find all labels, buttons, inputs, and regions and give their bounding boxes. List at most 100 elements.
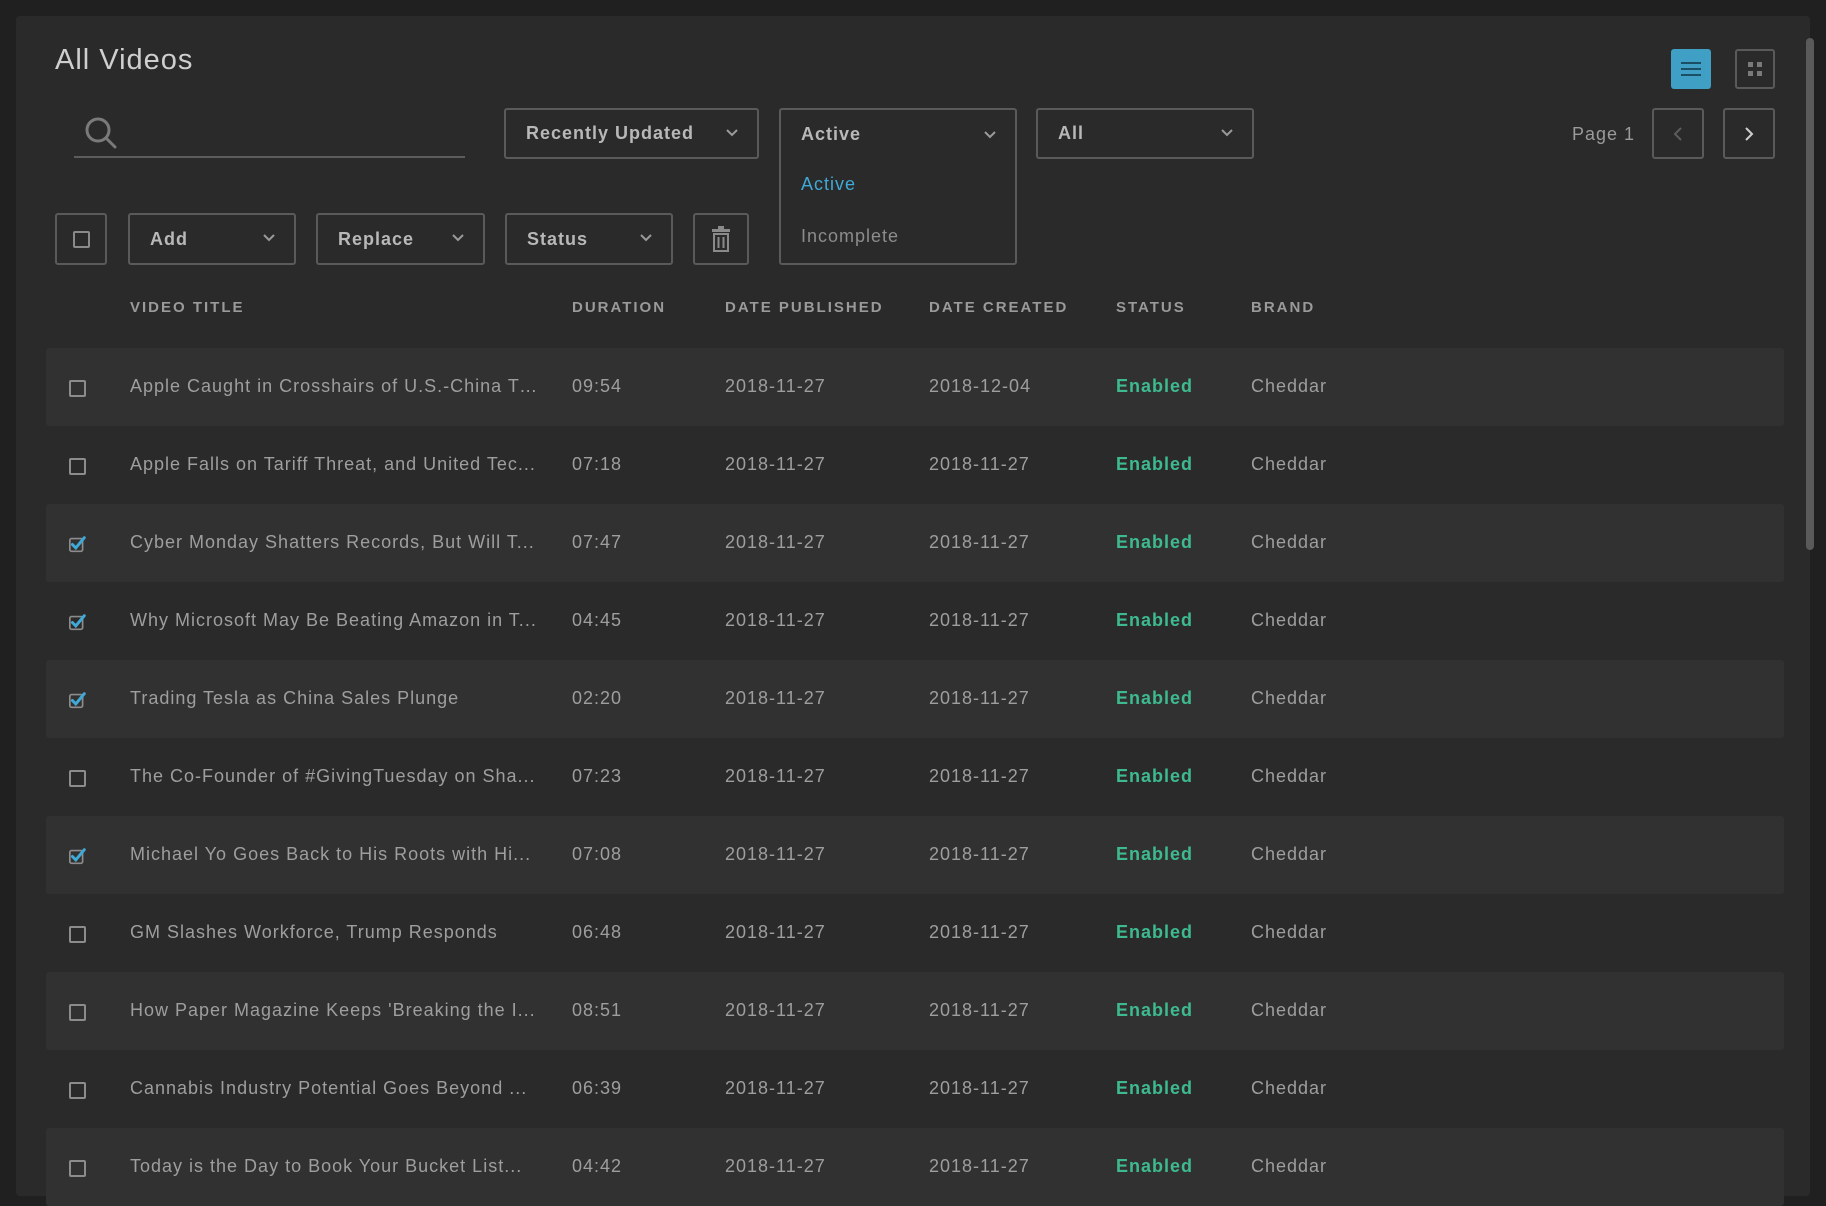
row-checkbox[interactable] (69, 926, 86, 943)
video-title[interactable]: GM Slashes Workforce, Trump Responds (130, 922, 540, 943)
date-published: 2018-11-27 (725, 1000, 826, 1020)
table-row[interactable]: Today is the Day to Book Your Bucket Lis… (46, 1128, 1784, 1206)
status-option-incomplete[interactable]: Incomplete (801, 226, 899, 247)
checkbox-checked-icon[interactable] (69, 536, 86, 553)
video-duration: 07:18 (572, 454, 623, 474)
row-checkbox[interactable] (69, 1160, 86, 1177)
video-duration: 06:48 (572, 922, 623, 942)
replace-dropdown[interactable]: Replace (316, 213, 485, 265)
date-created: 2018-11-27 (929, 1000, 1030, 1020)
status-badge: Enabled (1116, 1156, 1194, 1176)
status-option-active[interactable]: Active (801, 174, 856, 195)
row-checkbox[interactable] (69, 380, 86, 397)
chevron-down-icon (984, 131, 996, 139)
search-icon (85, 117, 117, 149)
brand-name: Cheddar (1251, 532, 1328, 552)
status-bulk-dropdown[interactable]: Status (505, 213, 673, 265)
brand-name: Cheddar (1251, 1078, 1328, 1098)
status-badge: Enabled (1116, 688, 1194, 708)
video-title[interactable]: Cannabis Industry Potential Goes Beyond … (130, 1078, 540, 1099)
select-all-checkbox[interactable] (55, 213, 107, 265)
video-duration: 04:42 (572, 1156, 623, 1176)
video-title[interactable]: The Co-Founder of #GivingTuesday on Sha.… (130, 766, 540, 787)
video-title[interactable]: Why Microsoft May Be Beating Amazon in T… (130, 610, 540, 631)
column-header-brand[interactable]: BRAND (1251, 299, 1315, 316)
table-row[interactable]: Trading Tesla as China Sales Plunge 02:2… (46, 660, 1784, 738)
brand-dropdown-label: All (1058, 123, 1085, 143)
video-title[interactable]: Trading Tesla as China Sales Plunge (130, 688, 540, 709)
row-checkbox[interactable] (69, 458, 86, 475)
video-title[interactable]: Apple Caught in Crosshairs of U.S.-China… (130, 376, 540, 397)
row-checkbox[interactable] (69, 1004, 86, 1021)
checkbox-checked-icon[interactable] (69, 614, 86, 631)
checkbox-checked-icon[interactable] (69, 692, 86, 709)
search-box (74, 108, 465, 158)
table-row[interactable]: Cyber Monday Shatters Records, But Will … (46, 504, 1784, 582)
video-duration: 04:45 (572, 610, 623, 630)
video-title[interactable]: Apple Falls on Tariff Threat, and United… (130, 454, 540, 475)
brand-dropdown[interactable]: All (1036, 108, 1254, 159)
list-view-button[interactable] (1671, 49, 1711, 89)
date-published: 2018-11-27 (725, 532, 826, 552)
table-row[interactable]: The Co-Founder of #GivingTuesday on Sha.… (46, 738, 1784, 816)
video-duration: 08:51 (572, 1000, 623, 1020)
date-published: 2018-11-27 (725, 1078, 826, 1098)
search-input[interactable] (130, 116, 450, 150)
grid-view-button[interactable] (1735, 49, 1775, 89)
brand-name: Cheddar (1251, 1156, 1328, 1176)
prev-page-button[interactable] (1652, 108, 1704, 159)
status-badge: Enabled (1116, 376, 1194, 396)
column-header-video-title[interactable]: VIDEO TITLE (130, 299, 245, 316)
brand-name: Cheddar (1251, 766, 1328, 786)
status-badge: Enabled (1116, 1078, 1194, 1098)
list-view-icon (1681, 62, 1701, 76)
brand-name: Cheddar (1251, 454, 1328, 474)
brand-name: Cheddar (1251, 610, 1328, 630)
checkbox-icon (72, 230, 90, 248)
brand-name: Cheddar (1251, 844, 1328, 864)
video-title[interactable]: Michael Yo Goes Back to His Roots with H… (130, 844, 540, 865)
date-created: 2018-11-27 (929, 454, 1030, 474)
grid-view-icon (1748, 62, 1762, 76)
column-header-status[interactable]: STATUS (1116, 299, 1186, 316)
video-title[interactable]: How Paper Magazine Keeps 'Breaking the I… (130, 1000, 540, 1021)
date-created: 2018-11-27 (929, 922, 1030, 942)
brand-name: Cheddar (1251, 376, 1328, 396)
date-created: 2018-11-27 (929, 1078, 1030, 1098)
date-published: 2018-11-27 (725, 610, 826, 630)
date-published: 2018-11-27 (725, 376, 826, 396)
row-checkbox[interactable] (69, 770, 86, 787)
column-header-date-published[interactable]: DATE PUBLISHED (725, 299, 884, 316)
column-header-duration[interactable]: DURATION (572, 299, 666, 316)
date-created: 2018-11-27 (929, 532, 1030, 552)
row-checkbox[interactable] (69, 1082, 86, 1099)
checkbox-checked-icon[interactable] (69, 848, 86, 865)
table-row[interactable]: Apple Falls on Tariff Threat, and United… (46, 426, 1784, 504)
table-row[interactable]: Why Microsoft May Be Beating Amazon in T… (46, 582, 1784, 660)
delete-button[interactable] (693, 213, 749, 265)
status-filter-dropdown[interactable]: Active Active Incomplete (779, 108, 1017, 265)
add-dropdown[interactable]: Add (128, 213, 296, 265)
video-duration: 06:39 (572, 1078, 623, 1098)
sort-dropdown[interactable]: Recently Updated (504, 108, 759, 159)
table-row[interactable]: Cannabis Industry Potential Goes Beyond … (46, 1050, 1784, 1128)
table-row[interactable]: GM Slashes Workforce, Trump Responds 06:… (46, 894, 1784, 972)
next-page-button[interactable] (1723, 108, 1775, 159)
video-title[interactable]: Cyber Monday Shatters Records, But Will … (130, 532, 540, 553)
status-badge: Enabled (1116, 766, 1194, 786)
chevron-down-icon (640, 234, 652, 242)
chevron-down-icon (1221, 129, 1233, 137)
sort-dropdown-label: Recently Updated (526, 123, 695, 143)
status-badge: Enabled (1116, 532, 1194, 552)
date-created: 2018-11-27 (929, 766, 1030, 786)
brand-name: Cheddar (1251, 1000, 1328, 1020)
video-title[interactable]: Today is the Day to Book Your Bucket Lis… (130, 1156, 540, 1177)
status-badge: Enabled (1116, 1000, 1194, 1020)
table-row[interactable]: How Paper Magazine Keeps 'Breaking the I… (46, 972, 1784, 1050)
scrollbar[interactable] (1806, 38, 1814, 550)
column-header-date-created[interactable]: DATE CREATED (929, 299, 1068, 316)
trash-icon (712, 226, 730, 252)
table-row[interactable]: Apple Caught in Crosshairs of U.S.-China… (46, 348, 1784, 426)
status-bulk-dropdown-label: Status (527, 228, 589, 249)
table-row[interactable]: Michael Yo Goes Back to His Roots with H… (46, 816, 1784, 894)
